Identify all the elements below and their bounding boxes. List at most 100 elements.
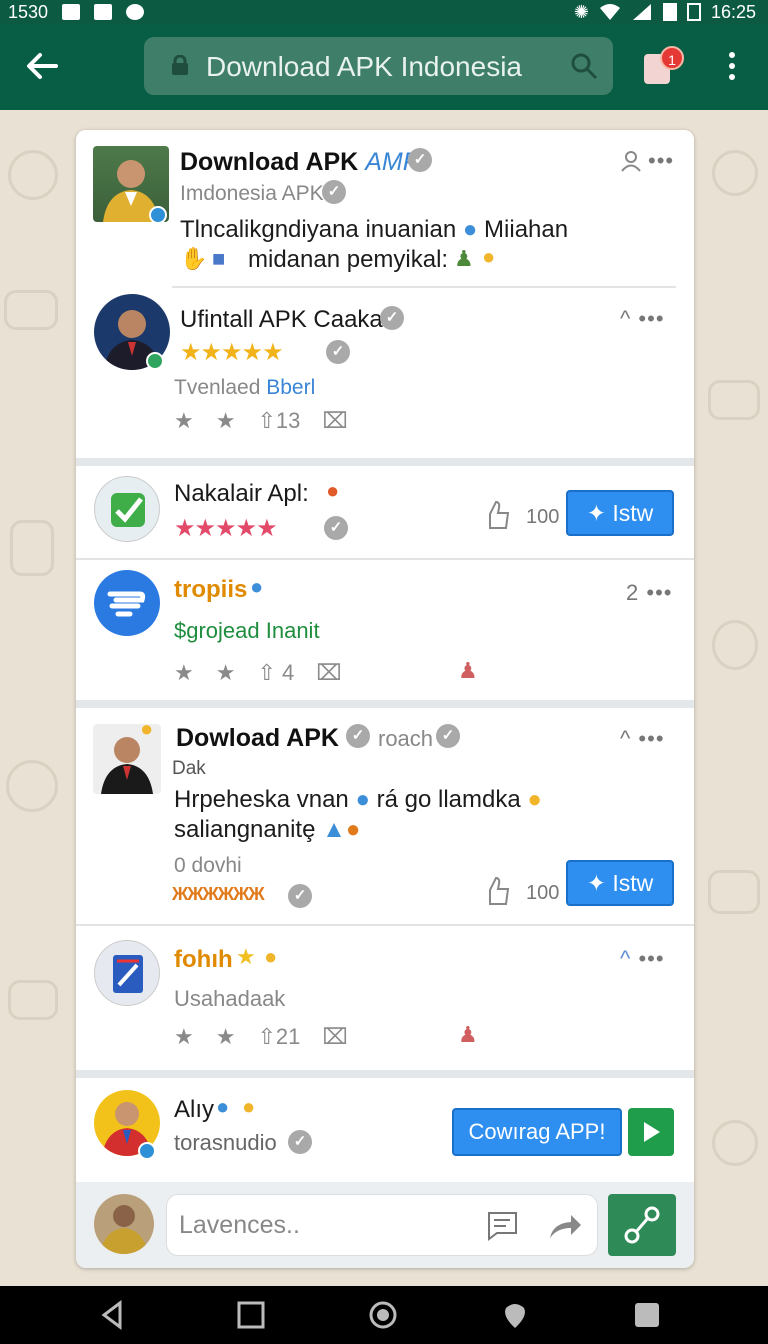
download-app-button[interactable]: Cowırag APP!	[452, 1108, 622, 1156]
doodle	[712, 150, 758, 196]
post-card: Nakalair Apl: ● ★★★★★ ✓ 100 ✦ Istw	[76, 466, 694, 556]
verified-icon: ✓	[288, 1130, 312, 1154]
post-subtitle: Imdonesia APK	[180, 182, 324, 205]
battery-icon	[662, 3, 677, 21]
share-count: 21	[275, 1024, 301, 1049]
assistant-icon[interactable]	[500, 1300, 530, 1330]
more-horiz-icon[interactable]: 2 •••	[626, 580, 672, 606]
like-count: 100	[526, 882, 560, 904]
status-time-right: 16:25	[710, 1, 756, 22]
post-subtitle: Dak	[172, 758, 206, 779]
divider	[76, 924, 694, 926]
install-button[interactable]: ✦ Istw	[566, 860, 674, 906]
section-separator	[76, 700, 694, 708]
star-icon[interactable]: ★	[216, 660, 236, 686]
globe-emoji-icon: ●	[345, 816, 361, 843]
post-title: Dowload APK	[176, 724, 339, 752]
user-subtitle: torasnudio	[174, 1130, 277, 1155]
expand-icon[interactable]: ^ •••	[620, 726, 665, 752]
tag-row: ЖЖЖЖЖЖ	[172, 884, 265, 904]
verified-icon: ✓	[288, 884, 312, 908]
app-icon-avatar[interactable]	[94, 476, 160, 542]
lock-icon	[172, 55, 188, 75]
post-card: tropiis ● $grojead Inanit 2 ••• ★ ★ ⇧ 4 …	[76, 562, 694, 700]
star-icon[interactable]: ★	[174, 660, 194, 686]
star-icon[interactable]: ★	[174, 408, 194, 434]
star-icon[interactable]: ★	[174, 1024, 194, 1050]
more-horiz-icon[interactable]: •••	[648, 148, 674, 174]
divider	[76, 558, 694, 560]
post-title-accent: roach	[378, 726, 434, 751]
verified-icon: ✓	[324, 516, 348, 540]
notification-badge: 1	[660, 46, 684, 70]
user-subtitle: Usahadaak	[174, 986, 286, 1011]
bookmark-icon[interactable]: ⌧	[322, 1024, 347, 1050]
avatar[interactable]	[94, 1194, 154, 1254]
rating-stars: ★★★★★	[180, 339, 284, 366]
smile-emoji-icon: ●	[242, 1094, 256, 1119]
star-icon[interactable]: ★	[216, 1024, 236, 1050]
post-body-text-end: Miiahan	[484, 216, 569, 243]
more-vert-icon[interactable]	[724, 52, 740, 84]
smile-emoji-icon: ●	[527, 786, 542, 813]
count-label: 2	[626, 580, 640, 605]
star-icon[interactable]: ★	[216, 408, 236, 434]
home-square-icon[interactable]	[236, 1300, 266, 1330]
comment-input[interactable]: Lavences..	[166, 1194, 598, 1256]
user-subtitle: $grojead Inanit	[174, 618, 320, 643]
arrow-left-icon[interactable]	[22, 46, 62, 86]
back-nav-icon[interactable]	[98, 1300, 128, 1330]
share-icon[interactable]: ⇧13	[257, 408, 300, 434]
post-body-text2: saliangnanitȩ	[174, 816, 316, 843]
person-icon[interactable]	[620, 150, 642, 172]
user-name: Alıy	[174, 1096, 215, 1123]
home-circle-icon[interactable]	[368, 1300, 398, 1330]
post-title-main: Download APK	[180, 148, 359, 176]
status-time-left: 1530	[8, 1, 49, 22]
expand-icon[interactable]: ^ •••	[620, 946, 665, 972]
link-button[interactable]	[608, 1194, 676, 1256]
verified-icon: ✓	[322, 180, 346, 204]
like-icon[interactable]	[484, 500, 512, 530]
doodle	[708, 380, 760, 420]
smile-emoji-icon: ●	[482, 244, 496, 269]
person-emoji-icon: ♟	[458, 1022, 478, 1047]
droplet-emoji-icon: ●	[355, 786, 370, 813]
recents-icon[interactable]	[632, 1300, 662, 1330]
share-icon[interactable]: ⇧ 4	[257, 660, 294, 686]
bookmark-icon[interactable]: ⌧	[316, 660, 341, 686]
edit-icon	[94, 4, 113, 20]
comment-composer: Lavences..	[76, 1182, 694, 1268]
post-body-line1: Tlncalikgndiyana inuanian ● Miiahan	[180, 216, 568, 244]
doodle	[712, 620, 758, 670]
play-button[interactable]	[628, 1108, 674, 1156]
message-icon[interactable]	[485, 1210, 519, 1242]
person-emoji-icon: ♟	[458, 658, 478, 683]
like-count: 100	[526, 506, 560, 528]
rating-stars: ★★★★★	[174, 515, 278, 542]
app-icon	[126, 4, 145, 20]
share-count: 4	[282, 660, 295, 685]
bookmark-icon[interactable]: ⌧	[322, 408, 347, 434]
messenger-icon-avatar[interactable]	[94, 570, 160, 636]
smile-emoji-icon: ●	[140, 716, 154, 741]
notes-icon-avatar[interactable]	[94, 940, 160, 1006]
notification-button[interactable]: 1	[642, 46, 684, 86]
like-icon[interactable]	[484, 876, 512, 906]
action-row: ★ ★ ⇧21 ⌧	[174, 1024, 348, 1050]
tree-emoji-icon: ▲	[322, 816, 346, 843]
doodle	[8, 980, 58, 1020]
share-icon[interactable]: ⇧21	[257, 1024, 300, 1050]
install-button[interactable]: ✦ Istw	[566, 490, 674, 536]
gallery-icon	[62, 4, 81, 20]
install-button-label: Istw	[612, 500, 654, 526]
expand-icon[interactable]: ^ •••	[620, 306, 665, 332]
feed-card: Download APK AMP ✓ Imdonesia APK ✓ ••• T…	[76, 130, 694, 1268]
share-arrow-icon[interactable]	[547, 1211, 583, 1241]
action-row: ★ ★ ⇧13 ⌧	[174, 408, 348, 434]
post-meta: 0 dovhi	[174, 854, 242, 877]
status-bar: 1530 ✺ 16:25	[0, 0, 768, 24]
search-icon[interactable]	[569, 51, 599, 81]
post-card: Download APK AMP ✓ Imdonesia APK ✓ ••• T…	[76, 130, 694, 460]
url-bar[interactable]: Download APK Indonesia	[144, 37, 613, 95]
